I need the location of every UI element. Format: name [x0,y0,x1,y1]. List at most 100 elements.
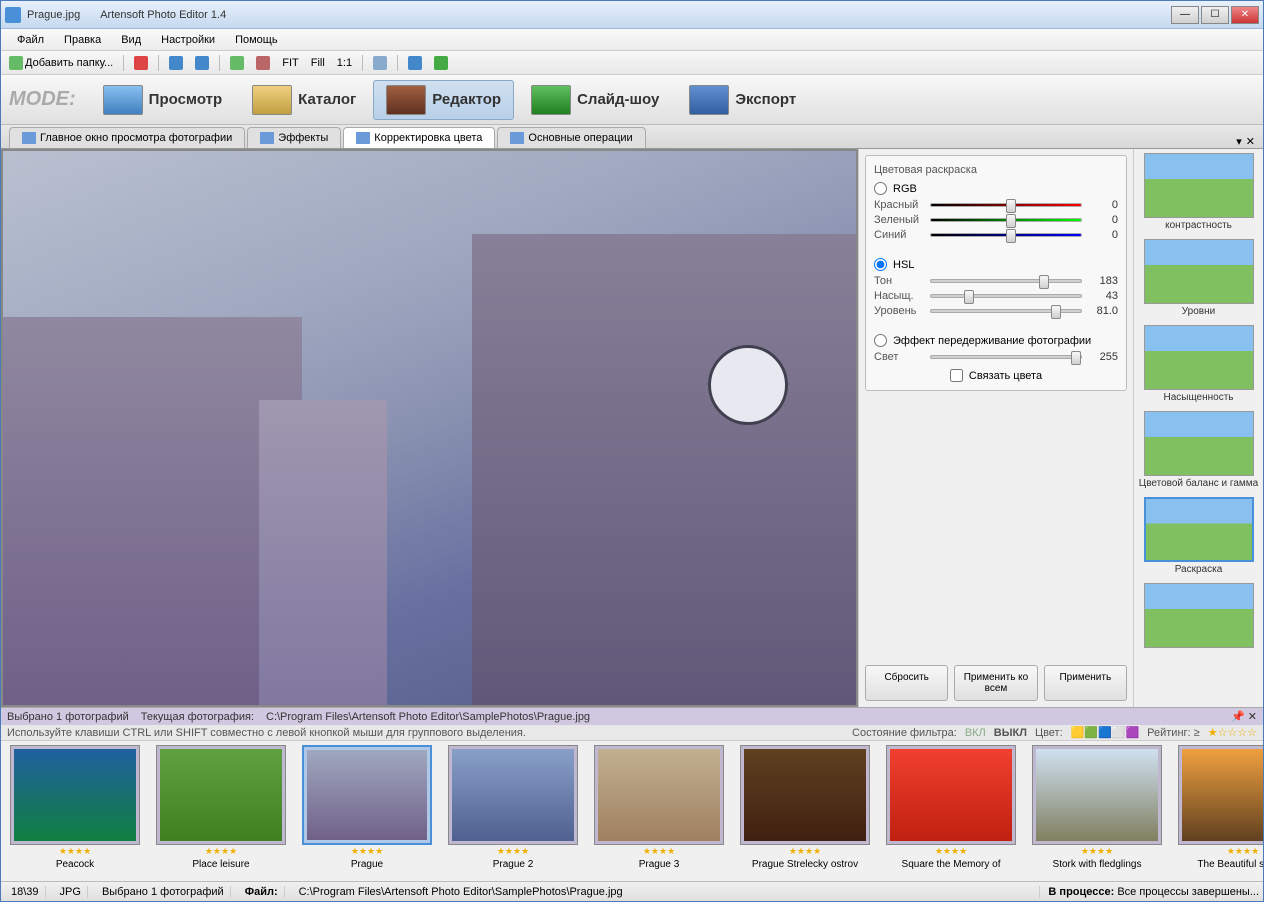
effect-radio[interactable]: Эффект передерживание фотографии [874,334,1118,347]
slider-Зеленый[interactable]: Зеленый0 [874,214,1118,226]
preset-[interactable] [1138,583,1259,648]
presets-panel: контрастность Уровни Насыщенность Цветовой … [1133,149,1263,707]
rgb-radio[interactable]: RGB [874,182,1118,195]
link-colors-checkbox[interactable]: Связать цвета [874,369,1118,382]
close-panel-icon[interactable]: ✕ [1246,135,1255,148]
actual-size-button[interactable]: 1:1 [333,54,356,72]
filter-off[interactable]: ВЫКЛ [994,727,1027,739]
mode-bar: MODE: ПросмотрКаталогРедакторСлайд-шоуЭк… [1,75,1263,125]
mode-icon [252,85,292,115]
photo-preview [1,149,858,707]
tool-button[interactable] [369,54,391,72]
toolbar: Добавить папку... FIT Fill 1:1 [1,51,1263,75]
prev-button[interactable] [165,54,187,72]
plus-icon [230,56,244,70]
pin-icon[interactable]: 📌 ✕ [1231,710,1257,723]
preset-контрастность[interactable]: контрастность [1138,153,1259,231]
play-button[interactable] [430,54,452,72]
plus-icon [9,56,23,70]
status-file: C:\Program Files\Artensoft Photo Editor\… [293,886,1041,898]
slider-Красный[interactable]: Красный0 [874,199,1118,211]
status-count: 18\39 [5,886,46,898]
fill-button[interactable]: Fill [307,54,329,72]
preset-Раскраска[interactable]: Раскраска [1138,497,1259,575]
menu-Правка[interactable]: Правка [54,32,111,48]
current-label: Текущая фотография: [141,711,254,723]
thumb-Prague[interactable]: ★★★★Prague [297,745,437,877]
tab-icon [510,132,524,144]
tab-icon [260,132,274,144]
slider-Тон[interactable]: Тон183 [874,275,1118,287]
tab-Главное окно просмотра фотографии[interactable]: Главное окно просмотра фотографии [9,127,245,148]
menu-Вид[interactable]: Вид [111,32,151,48]
color-swatches[interactable]: 🟨🟩🟦⬜🟪 [1071,726,1139,739]
thumb-Place leisure[interactable]: ★★★★Place leisure [151,745,291,877]
thumb-Stork with fledglings[interactable]: ★★★★Stork with fledglings [1027,745,1167,877]
mode-icon [531,85,571,115]
tab-icon [22,132,36,144]
mode-icon [386,85,426,115]
color-adjustment-panel: Цветовая раскраска RGB Красный0Зеленый0С… [858,149,1133,707]
status-bar: 18\39 JPG Выбрано 1 фотографий Файл: C:\… [1,881,1263,901]
expand-icon [408,56,422,70]
mode-Каталог[interactable]: Каталог [239,80,369,120]
thumbnail-strip[interactable]: ★★★★Peacock★★★★Place leisure★★★★Prague★★… [1,741,1263,881]
maximize-button[interactable]: ☐ [1201,6,1229,24]
reset-button[interactable]: Сбросить [865,665,948,701]
slider-Уровень[interactable]: Уровень81.0 [874,305,1118,317]
slider-Синий[interactable]: Синий0 [874,229,1118,241]
close-button[interactable]: ✕ [1231,6,1259,24]
thumb-Square the Memory of[interactable]: ★★★★Square the Memory of [881,745,1021,877]
next-button[interactable] [191,54,213,72]
tab-Корректировка цвета[interactable]: Корректировка цвета [343,127,495,148]
filter-rating-label: Рейтинг: ≥ [1147,727,1200,739]
tool-icon [373,56,387,70]
preset-Цветовой баланс и гамма[interactable]: Цветовой баланс и гамма [1138,411,1259,489]
mode-Слайд-шоу[interactable]: Слайд-шоу [518,80,672,120]
menu-Настройки[interactable]: Настройки [151,32,225,48]
clock-in-photo [708,345,788,425]
thumb-Prague 3[interactable]: ★★★★Prague 3 [589,745,729,877]
filter-on[interactable]: ВКЛ [965,727,986,739]
apply-all-button[interactable]: Применить ко всем [954,665,1037,701]
hint-bar: Используйте клавиши CTRL или SHIFT совме… [1,725,1263,741]
mode-icon [689,85,729,115]
thumb-Prague Strelecky ostrov[interactable]: ★★★★Prague Strelecky ostrov [735,745,875,877]
title-file: Prague.jpg [27,9,80,21]
thumb-Prague 2[interactable]: ★★★★Prague 2 [443,745,583,877]
zoom-out-button[interactable] [252,54,274,72]
thumb-The Beautiful sunset[interactable]: ★★★★The Beautiful sunset [1173,745,1263,877]
zoom-in-button[interactable] [226,54,248,72]
add-folder-button[interactable]: Добавить папку... [5,54,117,72]
tab-Эффекты[interactable]: Эффекты [247,127,341,148]
minimize-button[interactable]: — [1171,6,1199,24]
current-path: C:\Program Files\Artensoft Photo Editor\… [266,711,590,723]
mode-Редактор[interactable]: Редактор [373,80,514,120]
tab-Основные операции[interactable]: Основные операции [497,127,645,148]
arrow-left-icon [169,56,183,70]
app-icon [5,7,21,23]
preset-Уровни[interactable]: Уровни [1138,239,1259,317]
filter-state-label: Состояние фильтра: [852,727,957,739]
slider-Насыщ.[interactable]: Насыщ.43 [874,290,1118,302]
apply-button[interactable]: Применить [1044,665,1127,701]
mode-Просмотр[interactable]: Просмотр [90,80,235,120]
fit-button[interactable]: FIT [278,54,303,72]
fullscreen-button[interactable] [404,54,426,72]
info-bar: Выбрано 1 фотографий Текущая фотография:… [1,707,1263,725]
x-icon [134,56,148,70]
menu-Помощь[interactable]: Помощь [225,32,288,48]
light-slider[interactable]: Свет 255 [874,351,1118,363]
rating-stars[interactable]: ★☆☆☆☆ [1208,726,1257,739]
mode-label: MODE: [9,88,76,111]
filter-color-label: Цвет: [1035,727,1063,739]
menubar: ФайлПравкаВидНастройкиПомощь [1,29,1263,51]
dropdown-icon[interactable]: ▾ [1236,135,1242,148]
hsl-radio[interactable]: HSL [874,258,1118,271]
title-app: Artensoft Photo Editor 1.4 [100,9,226,21]
preset-Насыщенность[interactable]: Насыщенность [1138,325,1259,403]
delete-button[interactable] [130,54,152,72]
menu-Файл[interactable]: Файл [7,32,54,48]
thumb-Peacock[interactable]: ★★★★Peacock [5,745,145,877]
mode-Экспорт[interactable]: Экспорт [676,80,809,120]
